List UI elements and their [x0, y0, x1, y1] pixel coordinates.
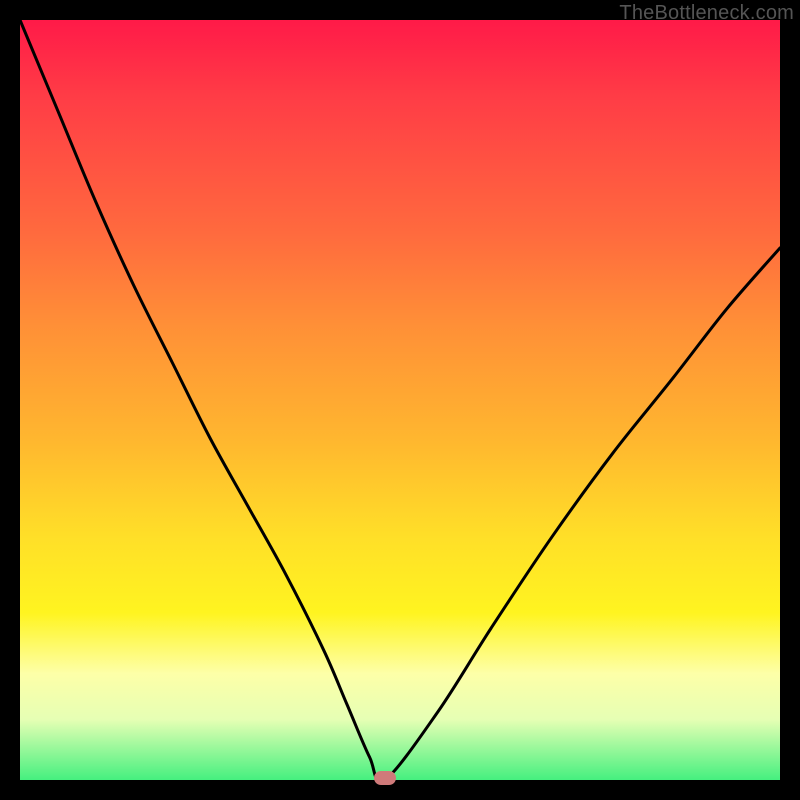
- curve-layer: [20, 20, 780, 780]
- chart-frame: TheBottleneck.com: [0, 0, 800, 800]
- optimum-marker: [374, 771, 396, 785]
- bottleneck-curve: [20, 20, 780, 782]
- plot-area: [20, 20, 780, 780]
